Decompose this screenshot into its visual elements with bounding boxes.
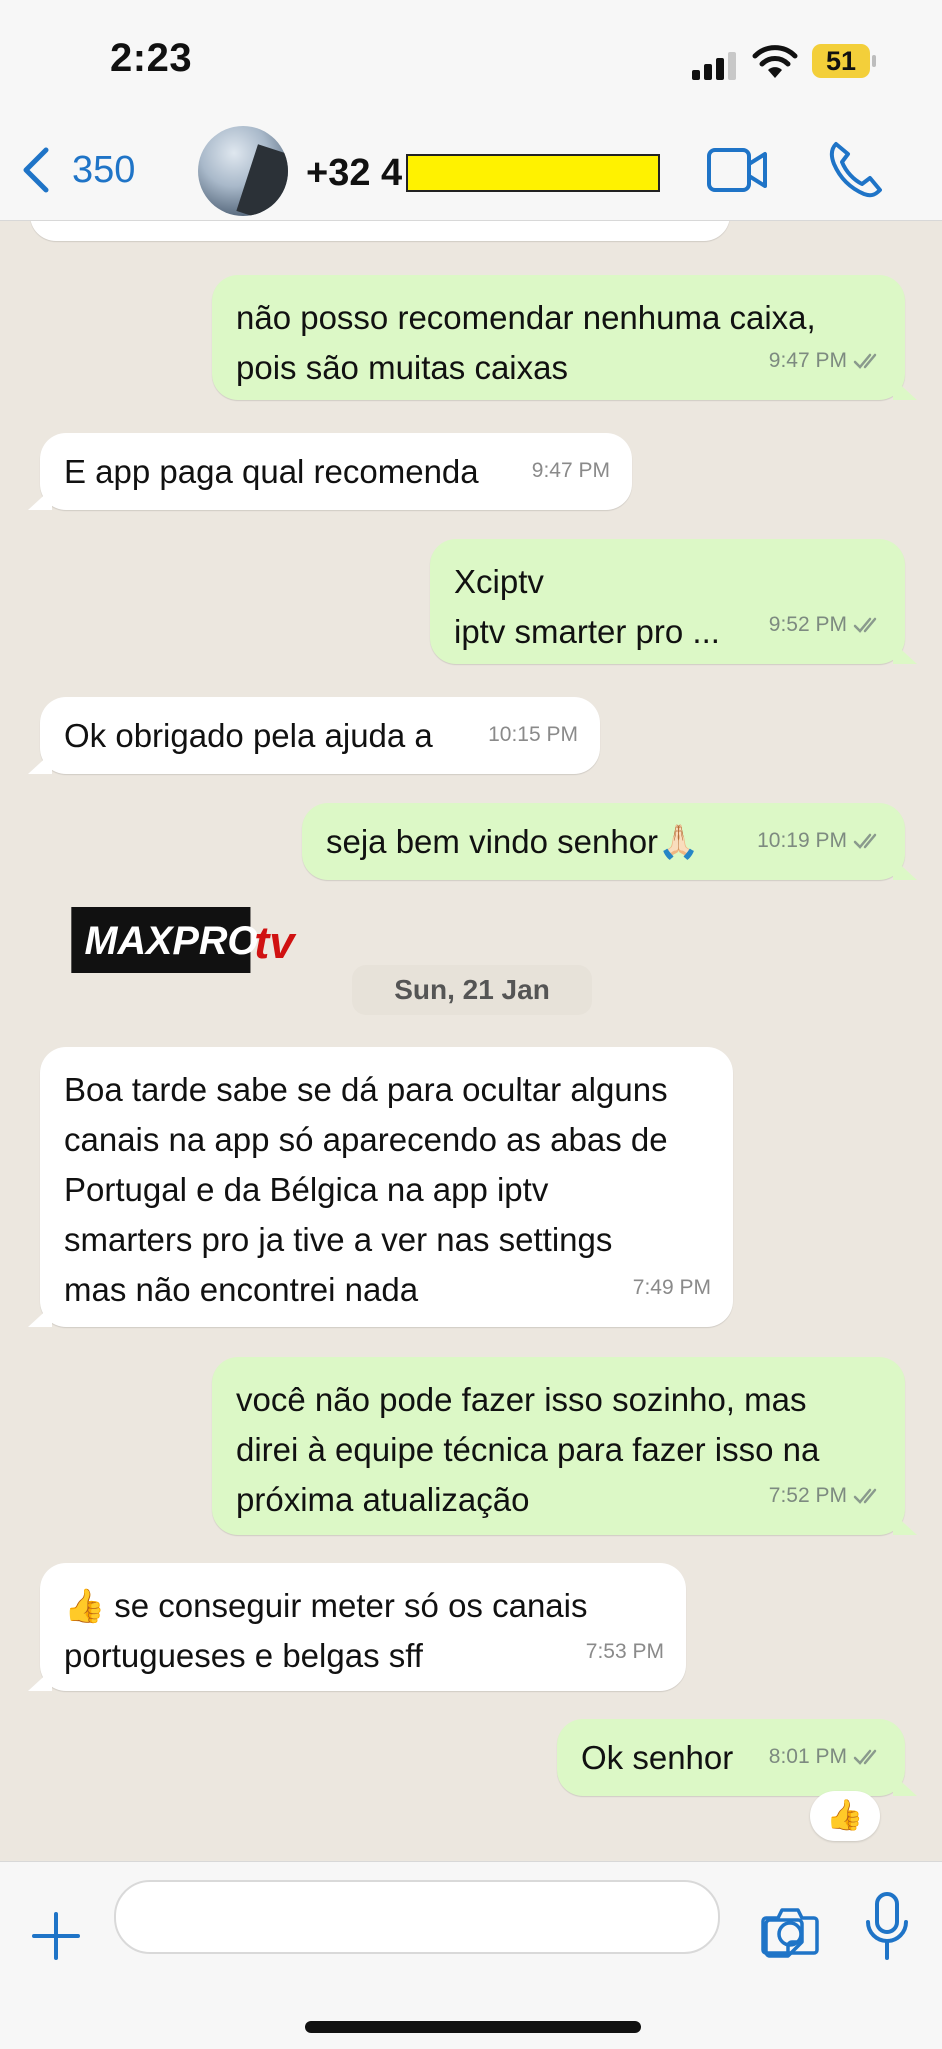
battery-icon: 51 [812, 44, 876, 78]
message-bubble-in[interactable]: Ok obrigado pela ajuda a 10:15 PM [28, 697, 600, 774]
message-bubble-out[interactable]: Xciptv iptv smarter pro ... 9:52 PM [430, 539, 917, 664]
double-check-icon [853, 1488, 877, 1504]
message-time: 9:47 PM [531, 459, 610, 482]
battery-level: 51 [825, 46, 857, 76]
plus-icon[interactable] [28, 1908, 84, 1964]
message-time: 9:52 PM [768, 613, 847, 636]
message-bubble-partial[interactable] [30, 221, 730, 241]
message-text: seja bem vindo senhor🙏🏻 [326, 823, 700, 860]
message-text: você não pode fazer isso sozinho, mas di… [236, 1381, 820, 1518]
message-bubble-in[interactable]: E app paga qual recomenda 9:47 PM [28, 433, 632, 510]
message-text: 👍 se conseguir meter só os canais portug… [64, 1587, 588, 1674]
unread-count: 350 [72, 148, 136, 191]
phone-icon[interactable] [826, 138, 882, 200]
maxpro-logo: MAXPRO tv [71, 907, 297, 973]
contact-number: +32 4 [306, 151, 403, 194]
contact-title[interactable]: +32 4 [306, 148, 661, 198]
back-button[interactable]: 350 [20, 142, 135, 198]
status-bar: 2:23 51 [0, 0, 942, 120]
double-check-icon [853, 617, 877, 633]
composer-bar [0, 1861, 942, 2049]
chevron-left-icon [23, 147, 49, 193]
camera-icon[interactable] [760, 1902, 820, 1958]
message-input[interactable] [114, 1880, 804, 1958]
home-indicator [305, 2021, 641, 2033]
svg-text:tv: tv [254, 917, 297, 968]
message-bubble-out[interactable]: seja bem vindo senhor🙏🏻 10:19 PM [302, 803, 917, 880]
date-separator: Sun, 21 Jan [352, 965, 592, 1015]
message-bubble-out[interactable]: você não pode fazer isso sozinho, mas di… [212, 1357, 917, 1535]
message-time: 9:47 PM [768, 349, 847, 372]
message-text: não posso recomendar nenhuma caixa, pois… [236, 299, 816, 386]
message-text: Ok obrigado pela ajuda a [64, 717, 433, 754]
message-time: 10:15 PM [488, 723, 578, 746]
microphone-icon[interactable] [864, 1890, 910, 1964]
double-check-icon [853, 353, 877, 369]
message-bubble-in[interactable]: Boa tarde sabe se dá para ocultar alguns… [28, 1047, 733, 1327]
message-text: Boa tarde sabe se dá para ocultar alguns… [64, 1071, 668, 1308]
wifi-icon [752, 45, 798, 78]
message-time: 7:49 PM [632, 1276, 711, 1299]
message-time: 7:52 PM [768, 1484, 847, 1507]
chat-messages[interactable]: não posso recomendar nenhuma caixa, pois… [0, 221, 942, 1861]
cellular-signal-icon [692, 50, 740, 80]
contact-avatar[interactable] [198, 126, 288, 216]
svg-text:MAXPRO: MAXPRO [85, 919, 259, 963]
message-bubble-in[interactable]: 👍 se conseguir meter só os canais portug… [28, 1563, 686, 1691]
message-bubble-out[interactable]: não posso recomendar nenhuma caixa, pois… [212, 275, 917, 400]
double-check-icon [853, 1749, 877, 1765]
message-reaction[interactable]: 👍 [810, 1791, 880, 1841]
message-time: 7:53 PM [585, 1640, 664, 1663]
video-call-icon[interactable] [705, 142, 769, 198]
chat-header: 350 +32 4 [0, 120, 942, 221]
message-bubble-out[interactable]: Ok senhor 8:01 PM [557, 1719, 917, 1796]
double-check-icon [853, 833, 877, 849]
message-text: Xciptv iptv smarter pro ... [454, 563, 720, 650]
message-time: 10:19 PM [757, 829, 847, 852]
message-text: E app paga qual recomenda [64, 453, 479, 490]
status-time: 2:23 [110, 36, 193, 80]
message-time: 8:01 PM [768, 1745, 847, 1768]
redaction-box [406, 154, 661, 192]
message-text: Ok senhor [581, 1739, 734, 1776]
